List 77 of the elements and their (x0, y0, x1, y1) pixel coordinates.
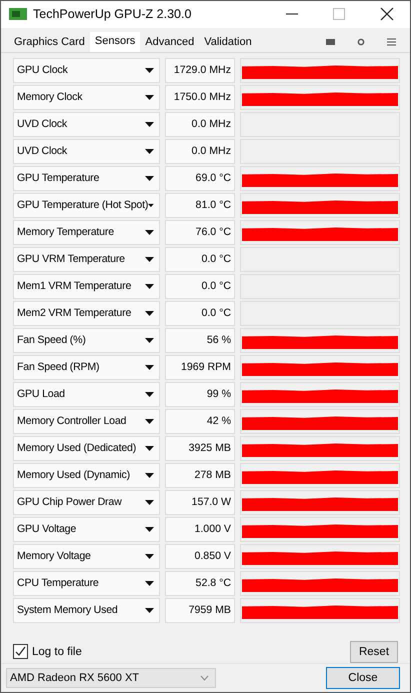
sensor-value: 69.0 °C (165, 166, 235, 191)
gpu-select[interactable]: AMD Radeon RX 5600 XT (6, 668, 216, 688)
dropdown-arrow-icon (145, 608, 154, 613)
sensor-dropdown[interactable]: Memory Used (Dynamic) (13, 462, 160, 488)
sensor-dropdown[interactable]: GPU Temperature (13, 166, 160, 191)
close-icon[interactable] (380, 7, 394, 22)
dropdown-arrow-icon (145, 68, 154, 73)
close-button[interactable]: Close (326, 666, 400, 689)
dropdown-arrow-icon (145, 122, 154, 127)
chevron-icon (200, 674, 209, 681)
checkbox-label[interactable]: Log to file (32, 646, 82, 658)
sensor-value: 42 % (165, 408, 235, 434)
sensor-value: 278 MB (165, 462, 235, 488)
sensor-dropdown[interactable]: Memory Controller Load (13, 408, 160, 434)
sensor-dropdown[interactable]: Mem1 VRM Temperature (13, 274, 160, 299)
window-title: TechPowerUp GPU-Z 2.30.0 (33, 7, 192, 22)
menu-icon[interactable] (387, 38, 396, 46)
dropdown-arrow-icon (145, 392, 154, 397)
sensor-dropdown[interactable]: System Memory Used (13, 598, 160, 623)
sensor-dropdown[interactable]: GPU Chip Power Draw (13, 490, 160, 515)
dropdown-arrow-icon (145, 176, 154, 181)
dropdown-arrow-icon (145, 148, 154, 154)
sensor-dropdown[interactable]: Fan Speed (RPM) (13, 354, 160, 380)
dropdown-arrow-icon (145, 338, 154, 343)
tab[interactable]: Advanced (140, 32, 200, 52)
dropdown-arrow-icon (145, 418, 154, 424)
sensor-dropdown[interactable]: GPU Load (13, 382, 160, 407)
dropdown-arrow-icon (145, 580, 154, 586)
dropdown-arrow-icon (145, 526, 154, 532)
reset-button[interactable]: Reset (350, 640, 398, 663)
sensor-value: 0.0 MHz (165, 138, 235, 164)
sensor-value: 1729.0 MHz (165, 58, 235, 83)
tab[interactable]: Graphics Card (9, 32, 90, 52)
dropdown-arrow-icon (145, 310, 154, 316)
sensor-value: 56 % (165, 328, 235, 353)
dropdown-arrow-icon (145, 230, 154, 235)
sensor-dropdown[interactable]: UVD Clock (13, 112, 160, 137)
sensor-dropdown[interactable]: Memory Temperature (13, 220, 160, 245)
sensor-value: 7959 MB (165, 598, 235, 623)
sensor-dropdown[interactable]: Memory Clock (13, 84, 160, 110)
checkbox[interactable] (13, 644, 28, 660)
sensor-dropdown[interactable]: GPU Voltage (13, 516, 160, 542)
sensor-dropdown[interactable]: CPU Temperature (13, 570, 160, 596)
sensor-value: 1969 RPM (165, 354, 235, 380)
sensor-dropdown[interactable]: UVD Clock (13, 138, 160, 164)
sensor-dropdown[interactable]: GPU Clock (13, 58, 160, 83)
tab[interactable]: Validation (199, 32, 257, 52)
sensor-value: 1750.0 MHz (165, 84, 235, 110)
tab[interactable]: Sensors (90, 32, 140, 52)
dropdown-arrow-icon (145, 364, 154, 370)
sensor-dropdown[interactable]: Memory Used (Dedicated) (13, 436, 160, 461)
dropdown-arrow-icon (145, 284, 154, 289)
sensor-value: 0.850 V (165, 544, 235, 569)
dropdown-arrow-icon (145, 472, 154, 478)
sensor-value: 0.0 °C (165, 274, 235, 299)
sensor-value: 157.0 W (165, 490, 235, 515)
dropdown-arrow-icon (145, 94, 154, 100)
sensor-value: 99 % (165, 382, 235, 407)
dropdown-arrow-icon (145, 256, 154, 262)
app-icon (9, 7, 27, 22)
sensor-dropdown[interactable]: GPU Temperature (Hot Spot) (13, 192, 160, 218)
sensor-dropdown[interactable]: GPU VRM Temperature (13, 246, 160, 272)
dropdown-arrow-icon (145, 446, 154, 451)
dropdown-arrow-icon (145, 554, 154, 559)
sensor-value: 3925 MB (165, 436, 235, 461)
sensor-value: 1.000 V (165, 516, 235, 542)
sensor-value: 0.0 °C (165, 246, 235, 272)
sensor-value: 81.0 °C (165, 192, 235, 218)
sensor-dropdown[interactable]: Memory Voltage (13, 544, 160, 569)
sensor-dropdown[interactable]: Mem2 VRM Temperature (13, 300, 160, 326)
dropdown-arrow-icon (145, 500, 154, 505)
sensor-value: 0.0 MHz (165, 112, 235, 137)
dropdown-arrow-icon (148, 202, 154, 208)
sensor-value: 76.0 °C (165, 220, 235, 245)
sensor-dropdown[interactable]: Fan Speed (%) (13, 328, 160, 353)
sensor-value: 52.8 °C (165, 570, 235, 596)
sensor-value: 0.0 °C (165, 300, 235, 326)
